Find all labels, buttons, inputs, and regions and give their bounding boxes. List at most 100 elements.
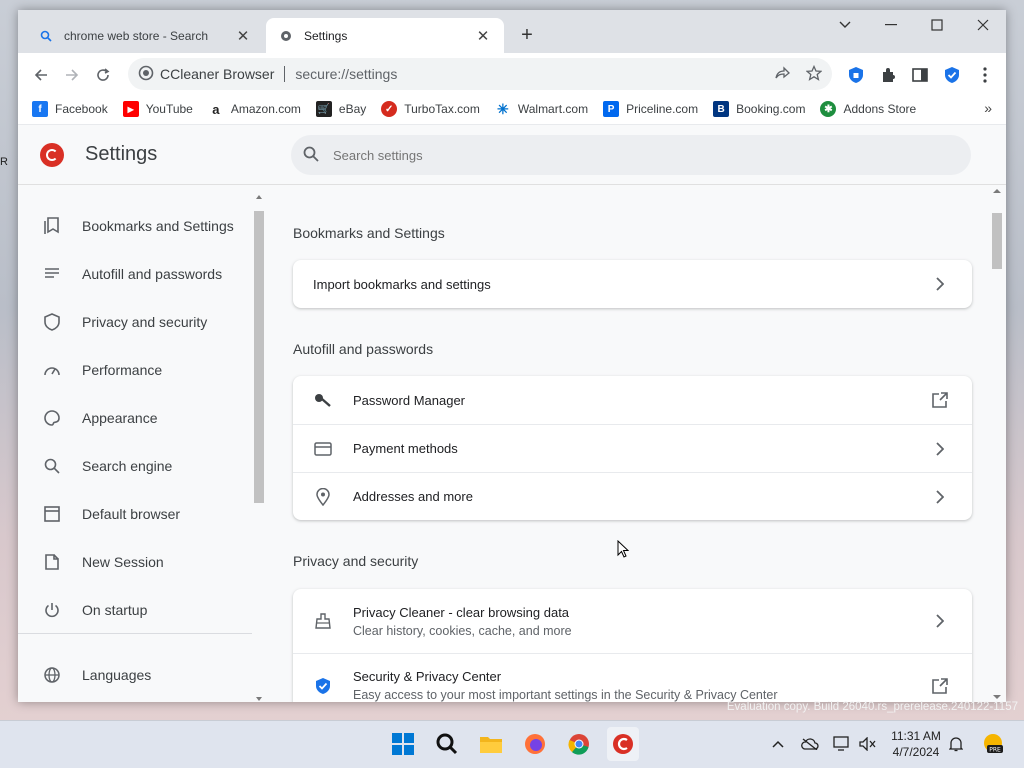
settings-main: Bookmarks and Settings Import bookmarks … (293, 185, 973, 702)
new-tab-button[interactable]: + (516, 25, 538, 47)
sidebar-item-appearance[interactable]: Appearance (18, 398, 252, 438)
notification-bell-icon[interactable] (945, 734, 967, 754)
import-bookmarks-row[interactable]: Import bookmarks and settings (293, 260, 972, 308)
sidebar-item-label: Privacy and security (82, 314, 208, 330)
gear-icon (278, 28, 294, 44)
external-link-icon (928, 674, 952, 698)
tab-search-dropdown-icon[interactable] (822, 10, 868, 40)
browser-icon (42, 504, 62, 524)
star-icon[interactable] (805, 64, 823, 84)
maximize-button[interactable] (914, 10, 960, 40)
close-window-button[interactable] (960, 10, 1006, 40)
forward-button[interactable] (59, 62, 85, 88)
file-explorer-icon[interactable] (475, 727, 507, 761)
chevron-up-icon[interactable] (767, 734, 789, 754)
settings-page: Settings Bookmarks and Settings Autofill… (18, 124, 1006, 702)
back-button[interactable] (28, 62, 54, 88)
firefox-icon[interactable] (519, 727, 551, 761)
browser-window: chrome web store - Search ✕ Settings ✕ + (18, 10, 1006, 702)
sidebar-item-label: Appearance (82, 410, 158, 426)
sidebar-item-privacy[interactable]: Privacy and security (18, 302, 252, 342)
amazon-icon: a (207, 101, 224, 117)
menu-kebab-icon[interactable] (972, 62, 998, 88)
browser-brand-label: CCleaner Browser (160, 66, 275, 82)
tab-settings[interactable]: Settings ✕ (266, 18, 504, 53)
vpn-shield-icon[interactable] (843, 62, 869, 88)
privacy-cleaner-row[interactable]: Privacy Cleaner - clear browsing data Cl… (293, 589, 972, 653)
chevron-right-icon (928, 437, 952, 461)
side-panel-icon[interactable] (907, 62, 933, 88)
bookmark-booking[interactable]: B Booking.com (713, 101, 805, 117)
volume-muted-icon[interactable] (857, 734, 879, 754)
new-session-icon (42, 552, 62, 572)
bookmark-label: Addons Store (843, 102, 917, 116)
bookmark-facebook[interactable]: f Facebook (32, 101, 108, 117)
divider (18, 633, 252, 634)
bookmark-youtube[interactable]: ▶ YouTube (122, 101, 193, 117)
tab-title: chrome web store - Search (64, 28, 209, 43)
row-label: Addresses and more (353, 489, 473, 504)
addresses-row[interactable]: Addresses and more (293, 472, 972, 520)
bookmark-turbotax[interactable]: ✓ TurboTax.com (381, 101, 480, 117)
tab-search[interactable]: chrome web store - Search ✕ (26, 18, 264, 53)
sidebar-item-languages[interactable]: Languages (18, 655, 252, 695)
close-tab-icon[interactable]: ✕ (474, 27, 492, 45)
sidebar-item-label: Performance (82, 362, 163, 378)
windows-start-icon[interactable] (387, 727, 419, 761)
bookmark-label: Booking.com (736, 102, 806, 116)
sidebar-item-bookmarks[interactable]: Bookmarks and Settings (18, 206, 252, 246)
sidebar-item-search-engine[interactable]: Search engine (18, 446, 252, 486)
share-icon[interactable] (774, 65, 790, 84)
settings-sidebar: Bookmarks and Settings Autofill and pass… (18, 185, 264, 702)
main-scroll-thumb[interactable] (992, 213, 1002, 269)
sidebar-item-new-session[interactable]: New Session (18, 542, 252, 582)
bookmark-priceline[interactable]: P Priceline.com (603, 101, 698, 117)
bookmark-addons-store[interactable]: ✱ Addons Store (820, 101, 916, 117)
chevron-double-right-icon[interactable]: » (984, 100, 992, 116)
network-icon[interactable] (831, 734, 853, 754)
sidebar-item-label: Autofill and passwords (82, 266, 223, 282)
minimize-button[interactable] (868, 10, 914, 40)
priceline-icon: P (603, 101, 620, 117)
sidebar-item-on-startup[interactable]: On startup (18, 590, 252, 630)
close-tab-icon[interactable]: ✕ (234, 27, 252, 45)
section-title: Autofill and passwords (293, 341, 434, 357)
extensions-icon[interactable] (875, 62, 901, 88)
row-sublabel: Clear history, cookies, cache, and more (353, 623, 572, 638)
turbotax-icon: ✓ (381, 101, 398, 117)
section-title: Bookmarks and Settings (293, 225, 445, 241)
search-icon (38, 28, 54, 44)
bookmark-ebay[interactable]: 🛒 eBay (315, 101, 366, 117)
row-label: Import bookmarks and settings (313, 276, 491, 292)
reload-button[interactable] (90, 62, 116, 88)
weather-pre-icon[interactable]: PRE (980, 734, 1006, 754)
section-title: Privacy and security (293, 553, 419, 569)
security-privacy-center-row[interactable]: Security & Privacy Center Easy access to… (293, 653, 972, 702)
sidebar-scroll-thumb[interactable] (254, 211, 264, 503)
bookmark-walmart[interactable]: ✳ Walmart.com (494, 101, 588, 117)
address-bar[interactable]: CCleaner Browser secure://settings (128, 58, 832, 90)
mouse-cursor-icon (617, 539, 630, 561)
bookmark-label: Priceline.com (626, 102, 699, 116)
globe-icon (42, 665, 62, 685)
cloud-offline-icon[interactable] (799, 734, 821, 754)
toolbar: CCleaner Browser secure://settings (18, 53, 1006, 95)
sidebar-item-label: Default browser (82, 506, 181, 522)
security-shield-icon[interactable] (939, 62, 965, 88)
page-title: Settings (85, 143, 158, 165)
payment-methods-row[interactable]: Payment methods (293, 424, 972, 472)
palette-icon (42, 408, 62, 428)
sidebar-item-default-browser[interactable]: Default browser (18, 494, 252, 534)
walmart-icon: ✳ (494, 101, 511, 117)
sidebar-item-autofill[interactable]: Autofill and passwords (18, 254, 252, 294)
taskbar-search-icon[interactable] (431, 727, 463, 761)
list-icon (42, 264, 62, 284)
password-manager-row[interactable]: Password Manager (293, 376, 972, 424)
sidebar-item-performance[interactable]: Performance (18, 350, 252, 390)
system-clock[interactable]: 11:31 AM 4/7/2024 (880, 728, 952, 760)
bookmark-amazon[interactable]: a Amazon.com (207, 101, 301, 117)
ccleaner-browser-icon[interactable] (607, 727, 639, 761)
search-input[interactable] (333, 147, 893, 163)
settings-search[interactable] (291, 135, 971, 175)
chrome-icon[interactable] (563, 727, 595, 761)
